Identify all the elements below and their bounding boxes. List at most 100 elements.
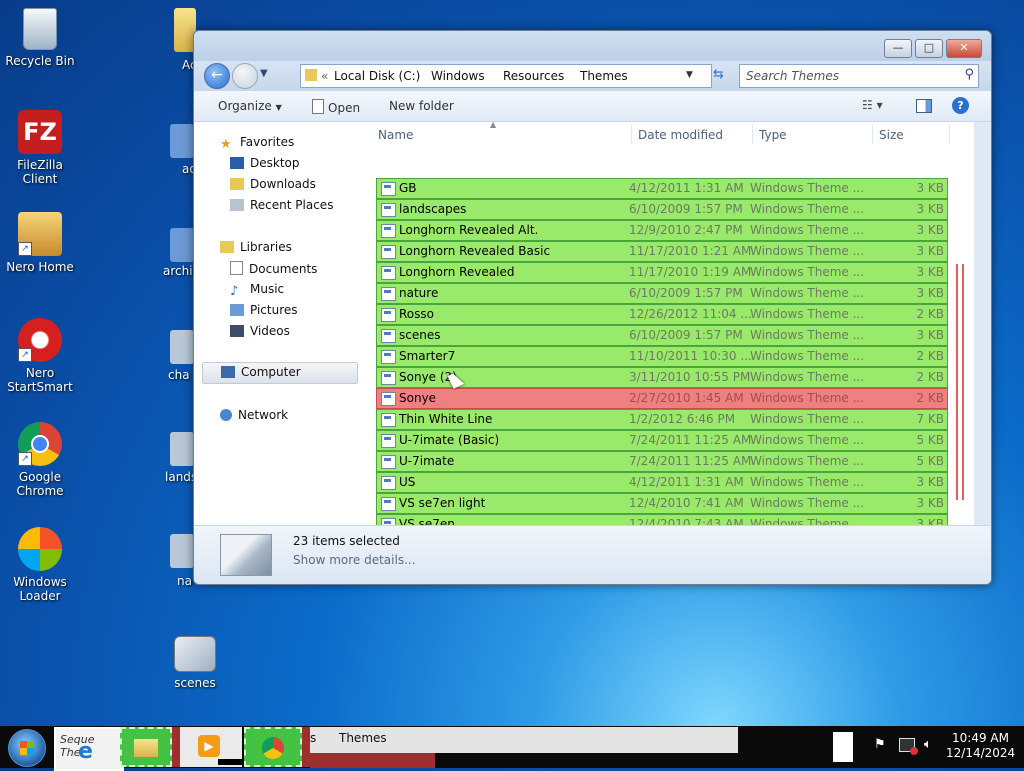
refresh-icon[interactable]: ⇆: [713, 67, 724, 82]
breadcrumb-resources[interactable]: Resources: [503, 69, 564, 83]
back-button[interactable]: ←: [204, 63, 230, 89]
file-row[interactable]: scenes 6/10/2009 1:57 PM Windows Theme ...…: [376, 325, 948, 346]
file-date: 6/10/2009 1:57 PM: [629, 286, 743, 300]
column-header-size[interactable]: Size: [879, 128, 904, 142]
folder-icon[interactable]: [170, 330, 194, 364]
nav-libraries[interactable]: Libraries: [220, 240, 292, 254]
file-type: Windows Theme ...: [750, 475, 865, 489]
nav-desktop[interactable]: Desktop: [230, 156, 300, 170]
nav-pictures[interactable]: Pictures: [230, 303, 298, 317]
column-header-type[interactable]: Type: [759, 128, 787, 142]
new-folder-button[interactable]: New folder: [389, 99, 454, 113]
nav-network[interactable]: Network: [220, 408, 288, 422]
file-size: 2 KB: [916, 349, 944, 363]
network-status-icon[interactable]: [899, 738, 918, 755]
nero-home-label: Nero Home: [6, 260, 74, 274]
organize-button[interactable]: Organize ▼: [218, 99, 282, 113]
folder-icon[interactable]: [170, 124, 194, 158]
taskbar-media-player[interactable]: ▶: [180, 727, 242, 767]
open-button[interactable]: Open: [312, 99, 360, 115]
file-type: Windows Theme ...: [750, 412, 865, 426]
taskbar-search-tab[interactable]: Seque Ther e: [54, 727, 124, 771]
file-row[interactable]: VS se7en light 12/4/2010 7:41 AM Windows T…: [376, 493, 948, 514]
start-button[interactable]: [8, 729, 46, 767]
file-row[interactable]: Longhorn Revealed Basic 11/17/2010 1:21 A…: [376, 241, 948, 262]
nav-computer-inner: Computer: [221, 365, 301, 379]
column-divider[interactable]: [872, 124, 873, 144]
nav-favorites[interactable]: ★ Favorites: [220, 135, 294, 152]
file-size: 3 KB: [916, 496, 944, 510]
breadcrumb-themes[interactable]: Themes: [580, 69, 628, 83]
help-button[interactable]: ?: [952, 97, 969, 114]
column-header-name[interactable]: Name: [378, 128, 413, 142]
maximize-button[interactable]: □: [915, 39, 943, 58]
column-header-date[interactable]: Date modified: [638, 128, 723, 142]
file-size: 2 KB: [916, 391, 944, 405]
file-date: 6/10/2009 1:57 PM: [629, 328, 743, 342]
folder-icon[interactable]: [170, 432, 194, 466]
file-row[interactable]: Rosso 12/26/2012 11:04 ... Windows Theme .…: [376, 304, 948, 325]
search-input[interactable]: Search Themes ⚲: [739, 64, 979, 88]
file-row[interactable]: Sonye 2/27/2010 1:45 AM Windows Theme ... 2…: [376, 388, 948, 409]
clock-time[interactable]: 10:49 AM: [952, 731, 1009, 745]
organize-label: Organize: [218, 99, 272, 113]
nav-recent-places[interactable]: Recent Places: [230, 198, 333, 212]
file-row[interactable]: nature 6/10/2009 1:57 PM Windows Theme ...…: [376, 283, 948, 304]
clock-date[interactable]: 12/14/2024: [946, 746, 1015, 760]
search-icon[interactable]: ⚲: [964, 67, 974, 82]
google-chrome-icon[interactable]: ↗ Google Chrome: [0, 422, 80, 498]
file-row[interactable]: U-7imate 7/24/2011 11:25 AM Windows Theme …: [376, 451, 948, 472]
file-size: 3 KB: [916, 202, 944, 216]
file-row[interactable]: Longhorn Revealed Alt. 12/9/2010 2:47 PM W…: [376, 220, 948, 241]
nero-startsmart-icon[interactable]: ↗ Nero StartSmart: [0, 318, 80, 394]
taskbar-themes-tab[interactable]: s Themes: [310, 727, 738, 753]
column-divider[interactable]: [631, 124, 632, 144]
nav-videos[interactable]: Videos: [230, 324, 290, 338]
recent-pages-chevron-icon[interactable]: ▼: [260, 68, 268, 79]
action-center-flag-icon[interactable]: ⚑: [874, 737, 886, 752]
file-row[interactable]: Thin White Line 1/2/2012 6:46 PM Windows T…: [376, 409, 948, 430]
address-bar[interactable]: « Local Disk (C:) Windows Resources Them…: [300, 64, 712, 88]
file-date: 11/10/2011 10:30 ...: [629, 349, 752, 363]
folder-icon[interactable]: [170, 228, 194, 262]
taskbar-chrome[interactable]: [244, 727, 302, 767]
close-button[interactable]: ✕: [946, 39, 982, 58]
breadcrumb-local-disk[interactable]: Local Disk (C:): [334, 69, 420, 83]
folder-icon[interactable]: [170, 534, 194, 568]
breadcrumb-windows[interactable]: Windows: [431, 69, 485, 83]
music-note-icon: ♪: [230, 284, 239, 299]
column-divider[interactable]: [949, 124, 950, 144]
column-divider[interactable]: [752, 124, 753, 144]
preview-pane-icon[interactable]: [916, 99, 932, 113]
file-row[interactable]: VS se7en 12/4/2010 7:43 AM Windows Theme .…: [376, 514, 948, 525]
file-name: landscapes: [399, 202, 467, 216]
file-row[interactable]: U-7imate (Basic) 7/24/2011 11:25 AM Window…: [376, 430, 948, 451]
volume-icon[interactable]: 🔈︎: [924, 737, 932, 752]
scrollbar-thumb[interactable]: [956, 264, 964, 500]
title-bar[interactable]: — □ ✕: [194, 31, 991, 61]
nero-home-icon[interactable]: ↗ Nero Home: [0, 212, 80, 274]
file-date: 2/27/2010 1:45 AM: [629, 391, 744, 405]
forward-button[interactable]: [232, 63, 258, 89]
minimize-button[interactable]: —: [884, 39, 912, 58]
taskbar-explorer[interactable]: [120, 727, 172, 767]
file-row[interactable]: GB 4/12/2011 1:31 AM Windows Theme ... 3 KB: [376, 178, 948, 199]
file-size: 3 KB: [916, 181, 944, 195]
recycle-bin-icon[interactable]: Recycle Bin: [0, 8, 80, 68]
windows-loader-icon[interactable]: Windows Loader: [0, 527, 80, 603]
vertical-scrollbar[interactable]: [956, 222, 964, 502]
nav-documents[interactable]: Documents: [230, 261, 317, 276]
file-row[interactable]: US 4/12/2011 1:31 AM Windows Theme ... 3 KB: [376, 472, 948, 493]
nav-computer[interactable]: Computer: [202, 362, 358, 384]
view-options-icon[interactable]: ☷ ▾: [862, 98, 883, 112]
file-row[interactable]: Longhorn Revealed 11/17/2010 1:19 AM Windo…: [376, 262, 948, 283]
file-size: 3 KB: [916, 223, 944, 237]
nav-downloads[interactable]: Downloads: [230, 177, 316, 191]
address-dropdown-icon[interactable]: ▼: [686, 70, 693, 80]
filezilla-icon[interactable]: FZ FileZilla Client: [0, 110, 80, 186]
nav-music[interactable]: ♪ Music: [230, 282, 284, 299]
file-row[interactable]: Smarter7 11/10/2011 10:30 ... Windows Them…: [376, 346, 948, 367]
show-more-details-link[interactable]: Show more details...: [293, 553, 416, 567]
scenes-icon[interactable]: scenes: [155, 636, 235, 690]
file-row[interactable]: landscapes 6/10/2009 1:57 PM Windows Theme…: [376, 199, 948, 220]
